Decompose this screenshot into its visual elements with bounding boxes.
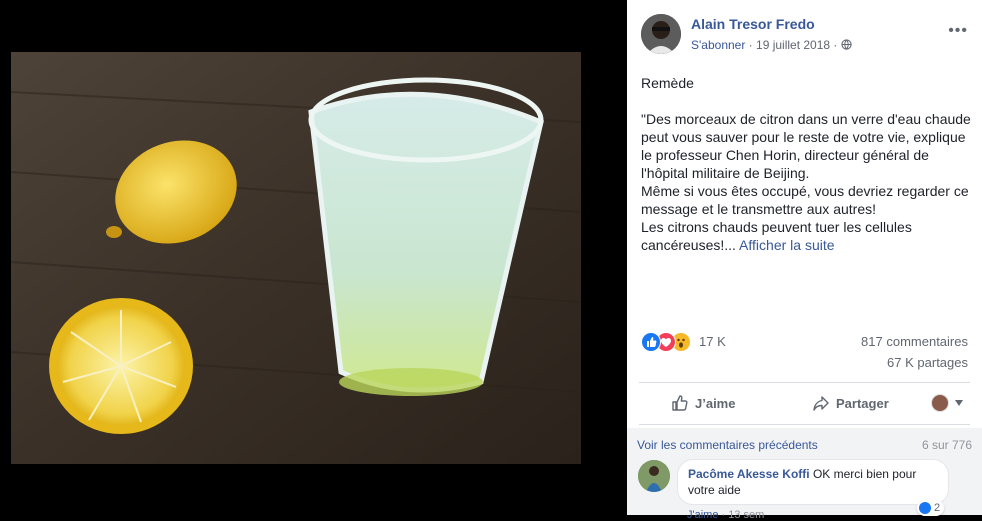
post-text: Remède "Des morceaux de citron dans un v…	[641, 74, 971, 254]
post-meta: S'abonner · 19 juillet 2018 ·	[691, 38, 852, 52]
divider-2	[639, 424, 970, 425]
comment-like-icon	[919, 502, 931, 514]
reaction-count[interactable]: 17 K	[699, 334, 726, 349]
caret-down-icon	[955, 400, 963, 406]
lemon-water-photo	[11, 52, 581, 464]
comment-bubble: Pacôme Akesse Koffi OK merci bien pour v…	[677, 459, 949, 505]
like-label: J’aime	[695, 395, 736, 411]
comments-page-count: 6 sur 776	[921, 438, 972, 452]
meta-separator-2: ·	[830, 38, 841, 52]
follow-link[interactable]: S'abonner	[691, 38, 745, 52]
post-header: Alain Tresor Fredo S'abonner · 19 juille…	[641, 14, 972, 54]
comments-count[interactable]: 817 commentaires	[861, 334, 968, 349]
comments-section: Voir les commentaires précédents 6 sur 7…	[627, 428, 982, 521]
like-button[interactable]: J’aime	[671, 390, 735, 416]
author-name[interactable]: Alain Tresor Fredo	[691, 16, 815, 32]
comment-like-link[interactable]: J'aime	[687, 509, 718, 521]
author-avatar[interactable]	[641, 14, 681, 54]
like-reaction-icon	[641, 332, 661, 352]
comment-reactions[interactable]: 2	[917, 500, 945, 516]
share-button[interactable]: Partager	[812, 390, 889, 416]
post-date[interactable]: 19 juillet 2018	[756, 38, 830, 52]
comment-meta: J'aime · 13 sem	[687, 509, 764, 521]
avatar-image	[641, 14, 681, 54]
comment-reaction-count: 2	[934, 502, 941, 514]
reaction-selector[interactable]	[931, 390, 963, 416]
commenter-name[interactable]: Pacôme Akesse Koffi	[688, 467, 810, 481]
action-bar: J’aime Partager	[639, 386, 970, 420]
globe-icon	[841, 39, 852, 50]
meta-separator: ·	[745, 38, 757, 52]
photo-viewer	[0, 0, 627, 515]
view-previous-comments-link[interactable]: Voir les commentaires précédents	[637, 438, 818, 452]
post-photo[interactable]	[11, 52, 581, 464]
post-panel: Alain Tresor Fredo S'abonner · 19 juille…	[627, 0, 982, 521]
more-options-icon[interactable]: •••	[948, 22, 968, 40]
shares-count[interactable]: 67 K partages	[887, 355, 968, 370]
thumbs-up-icon	[672, 395, 688, 411]
commenter-avatar-image	[638, 460, 670, 492]
comment-time: · 13 sem	[718, 509, 765, 521]
share-label: Partager	[836, 395, 889, 411]
profile-avatar-icon	[931, 394, 949, 412]
post-body: Remède "Des morceaux de citron dans un v…	[641, 75, 971, 253]
share-icon	[813, 396, 829, 411]
commenter-avatar[interactable]	[638, 460, 670, 492]
divider	[639, 382, 970, 383]
see-more-link[interactable]: Afficher la suite	[736, 237, 834, 253]
